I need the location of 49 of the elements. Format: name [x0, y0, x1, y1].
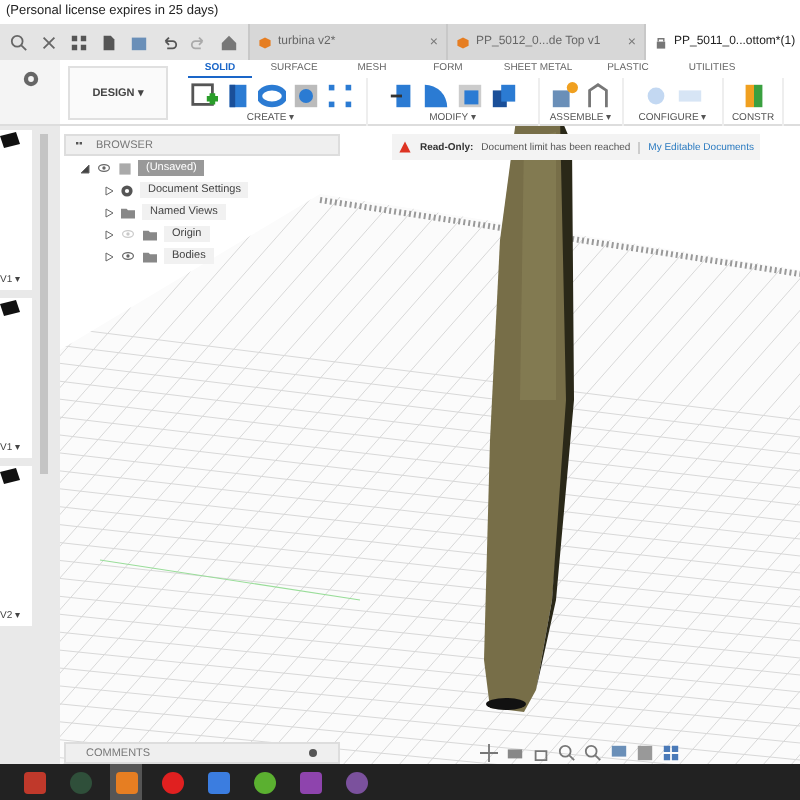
- pattern-icon[interactable]: [325, 82, 353, 110]
- app-icon[interactable]: [23, 771, 45, 793]
- cube-icon: [258, 35, 272, 49]
- part-icon: [0, 466, 20, 486]
- zoom-window-icon[interactable]: [584, 744, 602, 762]
- revolve-icon[interactable]: [257, 82, 285, 110]
- file-icon[interactable]: [100, 33, 118, 51]
- component-icon: [118, 161, 132, 175]
- combine-icon[interactable]: [490, 82, 518, 110]
- eye-icon[interactable]: [96, 162, 112, 174]
- collapse-panel-icon: [74, 142, 84, 148]
- app-icon[interactable]: [207, 771, 229, 793]
- expand-icon[interactable]: [104, 251, 114, 261]
- search-icon[interactable]: [10, 33, 28, 51]
- scrollbar[interactable]: [40, 134, 48, 474]
- home-icon[interactable]: [220, 33, 238, 51]
- orbit-icon[interactable]: [480, 744, 498, 762]
- hole-icon[interactable]: [291, 82, 319, 110]
- part-icon: [0, 130, 20, 150]
- press-pull-icon[interactable]: [388, 82, 416, 110]
- app-icon[interactable]: [299, 771, 321, 793]
- print-icon[interactable]: [506, 744, 524, 762]
- lock-icon: [654, 35, 668, 49]
- cube-icon: [456, 35, 470, 49]
- expand-icon[interactable]: [104, 229, 114, 239]
- app-icon[interactable]: [253, 771, 275, 793]
- dot-icon: [308, 748, 318, 758]
- viewports-icon[interactable]: [662, 744, 680, 762]
- collapse-icon[interactable]: [80, 163, 90, 173]
- fillet-icon[interactable]: [422, 82, 450, 110]
- display-icon[interactable]: [610, 744, 628, 762]
- chamfer-icon[interactable]: [456, 82, 484, 110]
- zoom-icon[interactable]: [558, 744, 576, 762]
- app-icon[interactable]: [345, 771, 367, 793]
- warning-icon: [398, 140, 412, 154]
- sketch-icon[interactable]: [189, 82, 217, 110]
- expand-icon[interactable]: [104, 207, 114, 217]
- settings-icon[interactable]: [21, 70, 39, 88]
- close-icon[interactable]: [40, 33, 58, 51]
- component-icon[interactable]: [550, 82, 578, 110]
- app-icon[interactable]: [115, 771, 137, 793]
- eye-icon[interactable]: [120, 250, 136, 262]
- app-icon[interactable]: [161, 771, 183, 793]
- part-icon: [0, 298, 20, 318]
- grid-icon[interactable]: [70, 33, 88, 51]
- save-icon[interactable]: [130, 33, 148, 51]
- gear-icon: [120, 183, 134, 197]
- undo-icon[interactable]: [160, 33, 178, 51]
- expand-icon[interactable]: [104, 185, 114, 195]
